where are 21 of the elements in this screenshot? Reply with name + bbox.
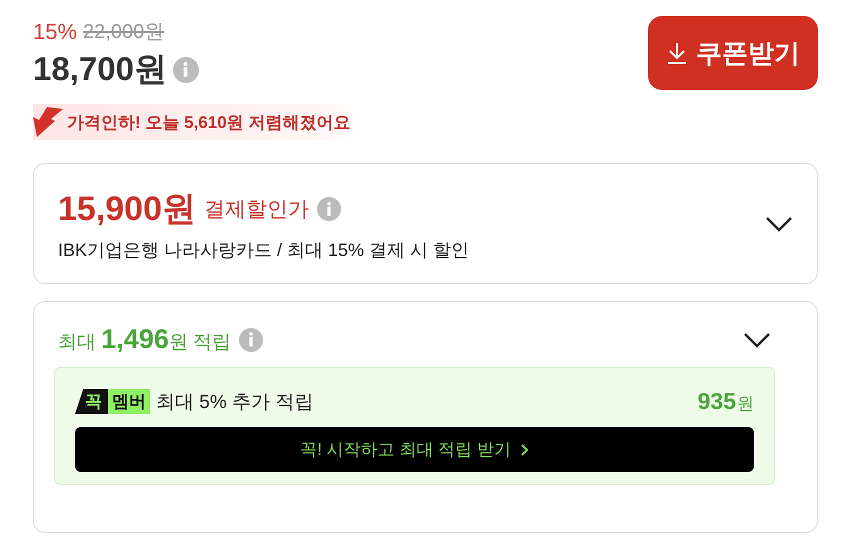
discount-rate: 15%: [33, 18, 78, 44]
chevron-right-icon: [520, 444, 529, 456]
info-icon[interactable]: [239, 328, 264, 352]
chevron-down-icon[interactable]: [743, 332, 771, 348]
member-benefit-text: 최대 5% 추가 적립: [156, 390, 314, 414]
reward-title: 최대 1,496원 적립: [58, 324, 232, 355]
currency-unit: 원: [737, 393, 754, 415]
membership-start-button[interactable]: 꼭! 시작하고 최대 적립 받기: [75, 427, 754, 472]
chevron-down-icon[interactable]: [765, 216, 793, 232]
info-icon[interactable]: [172, 56, 199, 82]
info-icon[interactable]: [317, 197, 341, 221]
download-icon: [666, 41, 688, 65]
card-description: IBK기업은행 나라사랑카드 / 최대 15% 결제 시 할인: [58, 239, 470, 262]
reward-amount: 935: [698, 388, 736, 415]
coupon-button[interactable]: 쿠폰받기: [648, 16, 818, 90]
original-price: 22,000원: [83, 20, 164, 45]
price-drop-text: 가격인하! 오늘 5,610원 저렴해졌어요: [67, 112, 350, 134]
discount-label: 결제할인가: [204, 197, 309, 223]
down-arrow-icon: [33, 107, 63, 137]
discount-price: 15,900원: [58, 189, 196, 230]
final-price: 18,700원: [33, 49, 167, 89]
